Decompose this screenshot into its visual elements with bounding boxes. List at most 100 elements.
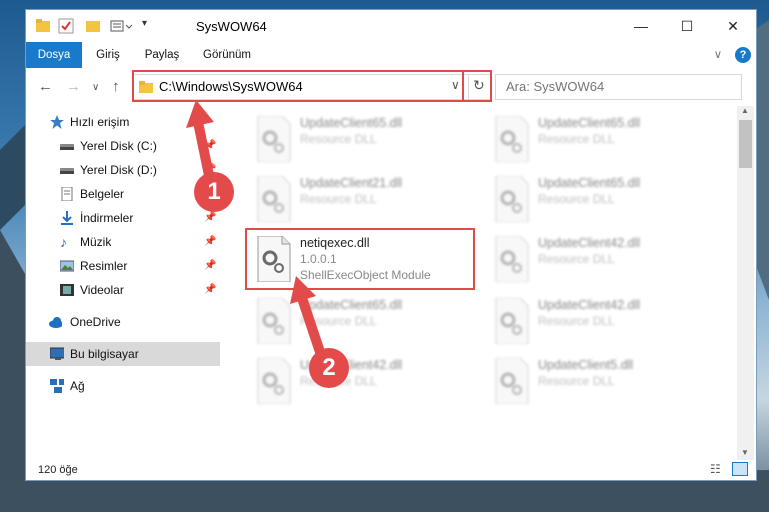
scroll-down-icon[interactable]: ▼ bbox=[741, 448, 749, 457]
sidebar-item-label: Bu bilgisayar bbox=[70, 347, 139, 361]
file-name: UpdateClient5.dll bbox=[538, 358, 634, 372]
file-name: UpdateClient65.dll bbox=[538, 116, 641, 130]
ribbon-tabs: Dosya Giriş Paylaş Görünüm ∨ ? bbox=[26, 42, 756, 68]
window-title: SysWOW64 bbox=[196, 19, 267, 34]
tab-view[interactable]: Görünüm bbox=[196, 42, 258, 68]
back-arrow-icon[interactable]: ← bbox=[38, 78, 53, 95]
sidebar-item-onedrive[interactable]: OneDrive bbox=[26, 310, 220, 334]
dll-file-icon bbox=[257, 116, 291, 162]
search-box[interactable] bbox=[495, 74, 742, 100]
sidebar-item-label: Videolar bbox=[80, 283, 124, 297]
pin-icon[interactable]: 📌 bbox=[204, 254, 216, 278]
file-description: Resource DLL bbox=[538, 192, 615, 206]
sidebar-item-network[interactable]: Ağ bbox=[26, 374, 220, 398]
new-folder-icon[interactable] bbox=[86, 18, 100, 34]
file-item[interactable]: UpdateClient65.dll Resource DLL bbox=[486, 114, 716, 166]
forward-arrow-icon[interactable]: → bbox=[66, 78, 81, 95]
sidebar-item-label: Yerel Disk (D:) bbox=[80, 163, 157, 177]
file-highlight-box bbox=[245, 228, 475, 290]
file-description: Resource DLL bbox=[538, 132, 615, 146]
maximize-button[interactable]: ☐ bbox=[664, 10, 710, 42]
drive-icon bbox=[60, 144, 74, 150]
item-count: 120 öğe bbox=[38, 464, 78, 476]
file-item[interactable]: UpdateClient65.dll Resource DLL bbox=[248, 114, 478, 166]
refresh-highlight-box bbox=[462, 70, 492, 102]
documents-icon bbox=[61, 187, 73, 201]
properties-icon[interactable] bbox=[58, 18, 74, 34]
customize-toolbar-icon[interactable] bbox=[110, 18, 138, 34]
minimize-button[interactable]: — bbox=[618, 10, 664, 42]
sidebar-item-label: Hızlı erişim bbox=[70, 115, 130, 129]
file-name: UpdateClient65.dll bbox=[300, 116, 403, 130]
expand-ribbon-icon[interactable]: ∨ bbox=[710, 42, 726, 68]
sidebar-item-this-pc[interactable]: Bu bilgisayar bbox=[26, 342, 220, 366]
folder-icon bbox=[36, 18, 50, 34]
chevron-down-icon[interactable]: ▾ bbox=[142, 18, 152, 34]
sidebar-item-local-disk-c[interactable]: Yerel Disk (C:) 📌 bbox=[26, 134, 220, 158]
file-name: UpdateClient21.dll bbox=[300, 176, 403, 190]
file-item[interactable]: UpdateClient21.dll Resource DLL bbox=[248, 174, 478, 226]
sidebar-item-label: Resimler bbox=[80, 259, 128, 273]
navigation-pane: Hızlı erişim Yerel Disk (C:) 📌 Yerel Dis… bbox=[26, 106, 222, 460]
search-input[interactable] bbox=[504, 78, 718, 95]
sidebar-item-label: Müzik bbox=[80, 235, 112, 249]
pin-icon[interactable]: 📌 bbox=[204, 230, 216, 254]
sidebar-item-pictures[interactable]: Resimler 📌 bbox=[26, 254, 220, 278]
tab-file[interactable]: Dosya bbox=[26, 42, 82, 68]
details-view-icon[interactable]: ☷ bbox=[710, 462, 721, 476]
dll-file-icon bbox=[257, 358, 291, 404]
close-button[interactable]: ✕ bbox=[710, 10, 756, 42]
network-icon bbox=[50, 379, 64, 393]
sidebar-item-downloads[interactable]: İndirmeler 📌 bbox=[26, 206, 220, 230]
file-name: UpdateClient65.dll bbox=[538, 176, 641, 190]
cloud-icon bbox=[49, 317, 62, 328]
file-description: Resource DLL bbox=[300, 132, 377, 146]
tab-home[interactable]: Giriş bbox=[86, 42, 130, 68]
sidebar-item-label: Yerel Disk (C:) bbox=[80, 139, 157, 153]
vertical-scrollbar[interactable]: ▲ ▼ bbox=[737, 106, 754, 460]
file-item[interactable]: UpdateClient42.dll Resource DLL bbox=[486, 234, 716, 286]
pin-icon[interactable]: 📌 bbox=[204, 278, 216, 302]
file-item[interactable]: UpdateClient42.dll Resource DLL bbox=[248, 356, 478, 408]
file-item[interactable]: UpdateClient65.dll Resource DLL bbox=[486, 174, 716, 226]
sidebar-item-label: Ağ bbox=[70, 379, 85, 393]
callout-number-1: 1 bbox=[207, 178, 221, 205]
dll-file-icon bbox=[257, 176, 291, 222]
file-description: Resource DLL bbox=[538, 252, 615, 266]
file-item[interactable]: UpdateClient42.dll Resource DLL bbox=[486, 296, 716, 348]
sidebar-item-videos[interactable]: Videolar 📌 bbox=[26, 278, 220, 302]
file-description: Resource DLL bbox=[538, 374, 615, 388]
up-arrow-icon[interactable]: ↑ bbox=[112, 78, 120, 95]
file-description: Resource DLL bbox=[538, 314, 615, 328]
file-item[interactable]: UpdateClient5.dll Resource DLL bbox=[486, 356, 716, 408]
tab-share[interactable]: Paylaş bbox=[136, 42, 188, 68]
sidebar-item-local-disk-d[interactable]: Yerel Disk (D:) 📌 bbox=[26, 158, 220, 182]
file-description: Resource DLL bbox=[300, 192, 377, 206]
file-description: Resource DLL bbox=[300, 314, 377, 328]
dll-file-icon bbox=[495, 176, 529, 222]
sidebar-item-documents[interactable]: Belgeler 📌 bbox=[26, 182, 220, 206]
recent-locations-icon[interactable]: ∨ bbox=[92, 82, 99, 93]
star-icon bbox=[50, 115, 64, 129]
dll-file-icon bbox=[495, 358, 529, 404]
download-icon bbox=[61, 211, 73, 225]
file-name: UpdateClient65.dll bbox=[300, 298, 403, 312]
drive-icon bbox=[60, 168, 74, 174]
sidebar-item-label: Belgeler bbox=[80, 187, 125, 201]
file-name: UpdateClient42.dll bbox=[538, 298, 641, 312]
large-icons-view-icon[interactable] bbox=[732, 462, 748, 476]
pin-icon[interactable]: 📌 bbox=[204, 134, 216, 158]
title-bar: ▾ SysWOW64 — ☐ ✕ bbox=[26, 10, 756, 42]
dll-file-icon bbox=[495, 298, 529, 344]
file-item[interactable]: UpdateClient65.dll Resource DLL bbox=[248, 296, 478, 348]
help-icon[interactable]: ? bbox=[735, 47, 751, 63]
scrollbar-thumb[interactable] bbox=[739, 120, 752, 168]
music-icon: ♪ bbox=[60, 234, 67, 250]
scroll-up-icon[interactable]: ▲ bbox=[741, 106, 749, 115]
dll-file-icon bbox=[495, 116, 529, 162]
sidebar-item-music[interactable]: ♪ Müzik 📌 bbox=[26, 230, 220, 254]
sidebar-item-label: OneDrive bbox=[70, 315, 121, 329]
sidebar-item-quick-access[interactable]: Hızlı erişim bbox=[26, 110, 220, 134]
pin-icon[interactable]: 📌 bbox=[204, 206, 216, 230]
pictures-icon bbox=[60, 260, 74, 272]
